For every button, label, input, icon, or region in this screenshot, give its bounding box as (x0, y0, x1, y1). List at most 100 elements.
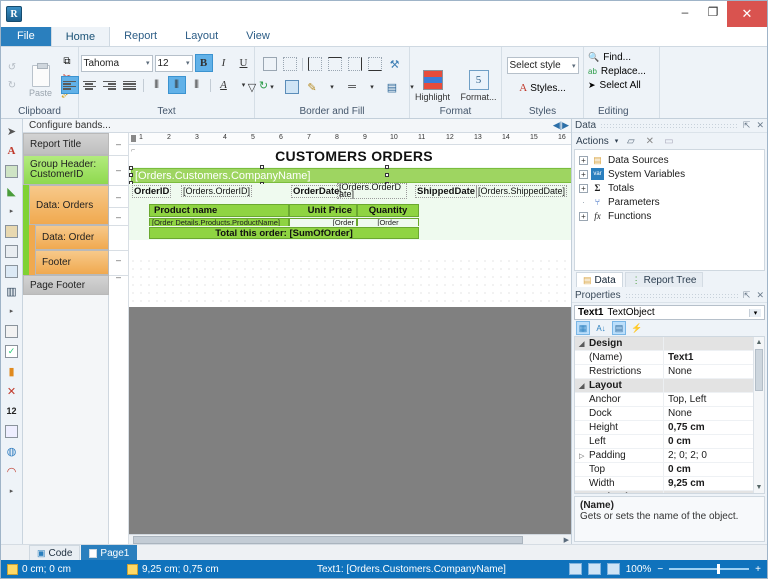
text-tool-icon[interactable]: A (4, 143, 20, 159)
valign-bottom-button[interactable]: ⦀ (188, 76, 206, 94)
font-color-button[interactable]: A (215, 76, 233, 94)
barcode-tool-icon[interactable]: ▥ (4, 283, 20, 299)
zoom-out-button[interactable]: − (657, 564, 663, 575)
shippeddate-label[interactable]: ShippedDate (416, 186, 476, 197)
property-row-restrictions[interactable]: Restrictions None (575, 365, 764, 379)
underline-button[interactable]: U (235, 54, 253, 72)
picture-tool-icon[interactable] (4, 163, 20, 179)
valign-middle-button[interactable]: ⦀ (168, 76, 186, 94)
bands-nav-arrows[interactable]: ◀|▶ (553, 120, 571, 131)
expand-icon[interactable]: + (579, 156, 588, 165)
preview-view-icon[interactable] (588, 563, 601, 575)
table-header-quantity[interactable]: Quantity (357, 204, 419, 217)
map-tool-icon[interactable]: ◍ (4, 443, 20, 459)
maximize-button[interactable]: ❐ (699, 1, 727, 23)
property-row-padding[interactable]: ▷Padding 2; 0; 2; 0 (575, 449, 764, 463)
tree-node-totals[interactable]: + Σ Totals (577, 181, 762, 195)
orderid-label[interactable]: OrderID (133, 186, 170, 197)
collapse-icon[interactable]: ◢ (579, 494, 584, 495)
collapse-report-title[interactable]: – (114, 140, 123, 149)
table-header-unitprice[interactable]: Unit Price (289, 204, 357, 217)
collapse-data-order[interactable]: – (114, 213, 123, 222)
more-tools-icon[interactable]: ▸ (4, 303, 20, 319)
border-none-button[interactable] (281, 55, 299, 73)
footer-band-area[interactable]: Total this order: [SumOfOrder] (129, 226, 571, 240)
pin-icon[interactable]: ⇱ (743, 290, 751, 301)
close-button[interactable]: ✕ (727, 1, 767, 27)
collapse-data-orders[interactable]: – (114, 193, 123, 202)
chart-tool-icon[interactable]: ▮ (4, 363, 20, 379)
align-left-button[interactable] (61, 76, 79, 94)
zoom-slider-thumb[interactable] (717, 564, 720, 574)
chevron-down-icon[interactable]: ▾ (749, 309, 761, 317)
format-button[interactable]: 5 Format... (459, 63, 499, 109)
property-row-anchor[interactable]: Anchor Top, Left (575, 393, 764, 407)
tab-home[interactable]: Home (51, 26, 110, 46)
tab-view[interactable]: View (232, 26, 284, 46)
highlight-button[interactable]: Highlight (413, 63, 453, 109)
tab-report[interactable]: Report (110, 26, 171, 46)
bold-button[interactable]: B (195, 54, 213, 72)
report-canvas[interactable]: 1 2 3 4 5 6 7 8 9 10 11 12 13 14 (129, 133, 571, 544)
property-value[interactable]: 0 cm (663, 435, 764, 448)
configure-bands-button[interactable]: Configure bands... (23, 120, 111, 131)
table-tool-icon[interactable] (4, 243, 20, 259)
zoom-in-button[interactable]: + (755, 564, 761, 575)
close-icon[interactable]: ✕ (756, 290, 764, 301)
tree-node-system-variables[interactable]: + var System Variables (577, 167, 762, 181)
matrix-tool-icon[interactable] (4, 263, 20, 279)
properties-button[interactable]: ▤ (612, 321, 626, 335)
object-selector-combo[interactable]: Text1 TextObject ▾ (574, 305, 765, 320)
sparkline-tool-icon[interactable]: ✕ (4, 383, 20, 399)
footer-total-text[interactable]: Total this order: [SumOfOrder] (149, 227, 419, 239)
collapse-page-footer[interactable]: – (114, 273, 123, 282)
gauge-tool-icon[interactable]: ◠ (4, 463, 20, 479)
pin-icon[interactable]: ⇱ (743, 120, 751, 131)
border-right-button[interactable] (346, 55, 364, 73)
paste-button[interactable]: Paste (24, 54, 58, 98)
border-width-button[interactable]: ▤ (383, 78, 401, 96)
close-icon[interactable]: ✕ (756, 120, 764, 131)
property-category-navigation[interactable]: ◢Navigation (575, 491, 764, 494)
orderdate-value[interactable]: [Orders.OrderDate] (338, 184, 406, 198)
property-row-left[interactable]: Left 0 cm (575, 435, 764, 449)
horizontal-scrollbar[interactable]: ▶ (129, 534, 571, 544)
fill-color-button[interactable]: ▽ (243, 78, 261, 96)
zoom-slider[interactable] (669, 568, 749, 570)
expand-icon[interactable]: + (579, 212, 588, 221)
shippeddate-value[interactable]: [Orders.ShippedDate] (477, 186, 566, 196)
subreport-tool-icon[interactable] (4, 223, 20, 239)
band-data-orders[interactable]: Data: Orders (29, 185, 109, 225)
property-row-top[interactable]: Top 0 cm (575, 463, 764, 477)
undo-button[interactable]: ↺ (5, 60, 20, 74)
data-order-header-area[interactable]: Product name Unit Price Quantity [Order … (129, 200, 571, 226)
border-left-button[interactable] (306, 55, 324, 73)
scroll-down-arrow[interactable]: ▼ (754, 482, 764, 493)
valign-top-button[interactable]: ⦀ (148, 76, 166, 94)
tab-report-tree[interactable]: ⋮ Report Tree (625, 272, 704, 287)
report-title-band-area[interactable]: CUSTOMERS ORDERS ⌐ (129, 145, 571, 167)
events-button[interactable]: ⚡ (630, 321, 644, 335)
scrollbar-thumb[interactable] (755, 349, 763, 391)
copy-icon[interactable]: ⧉ (60, 54, 75, 68)
property-value[interactable]: 0,75 cm (663, 421, 764, 434)
view-icon[interactable]: ▭ (662, 135, 675, 148)
tab-data[interactable]: ▤ Data (576, 272, 623, 287)
select-pointer-tool[interactable]: ➤ (4, 123, 20, 139)
border-style-button[interactable]: ═ (343, 78, 361, 96)
property-value[interactable]: 2; 0; 2; 0 (663, 449, 764, 462)
orderdate-label[interactable]: OrderDate (292, 186, 340, 197)
redo-button[interactable]: ↻ (5, 78, 20, 92)
scroll-up-arrow[interactable]: ▲ (754, 337, 764, 348)
property-row-width[interactable]: Width 9,25 cm (575, 477, 764, 491)
band-report-title[interactable]: Report Title (23, 133, 109, 155)
highlight-pen-button[interactable]: ✎ (303, 78, 321, 96)
border-bottom-button[interactable] (366, 55, 384, 73)
collapse-footer[interactable]: – (114, 256, 123, 265)
font-size-combo[interactable]: 12 ▾ (155, 55, 193, 72)
property-value[interactable]: Top, Left (663, 393, 764, 406)
tab-code[interactable]: ▣ Code (29, 545, 80, 560)
expand-icon[interactable]: + (579, 170, 588, 179)
fill-color-caret[interactable]: ▾ (263, 78, 281, 96)
band-footer[interactable]: Footer (35, 250, 109, 275)
